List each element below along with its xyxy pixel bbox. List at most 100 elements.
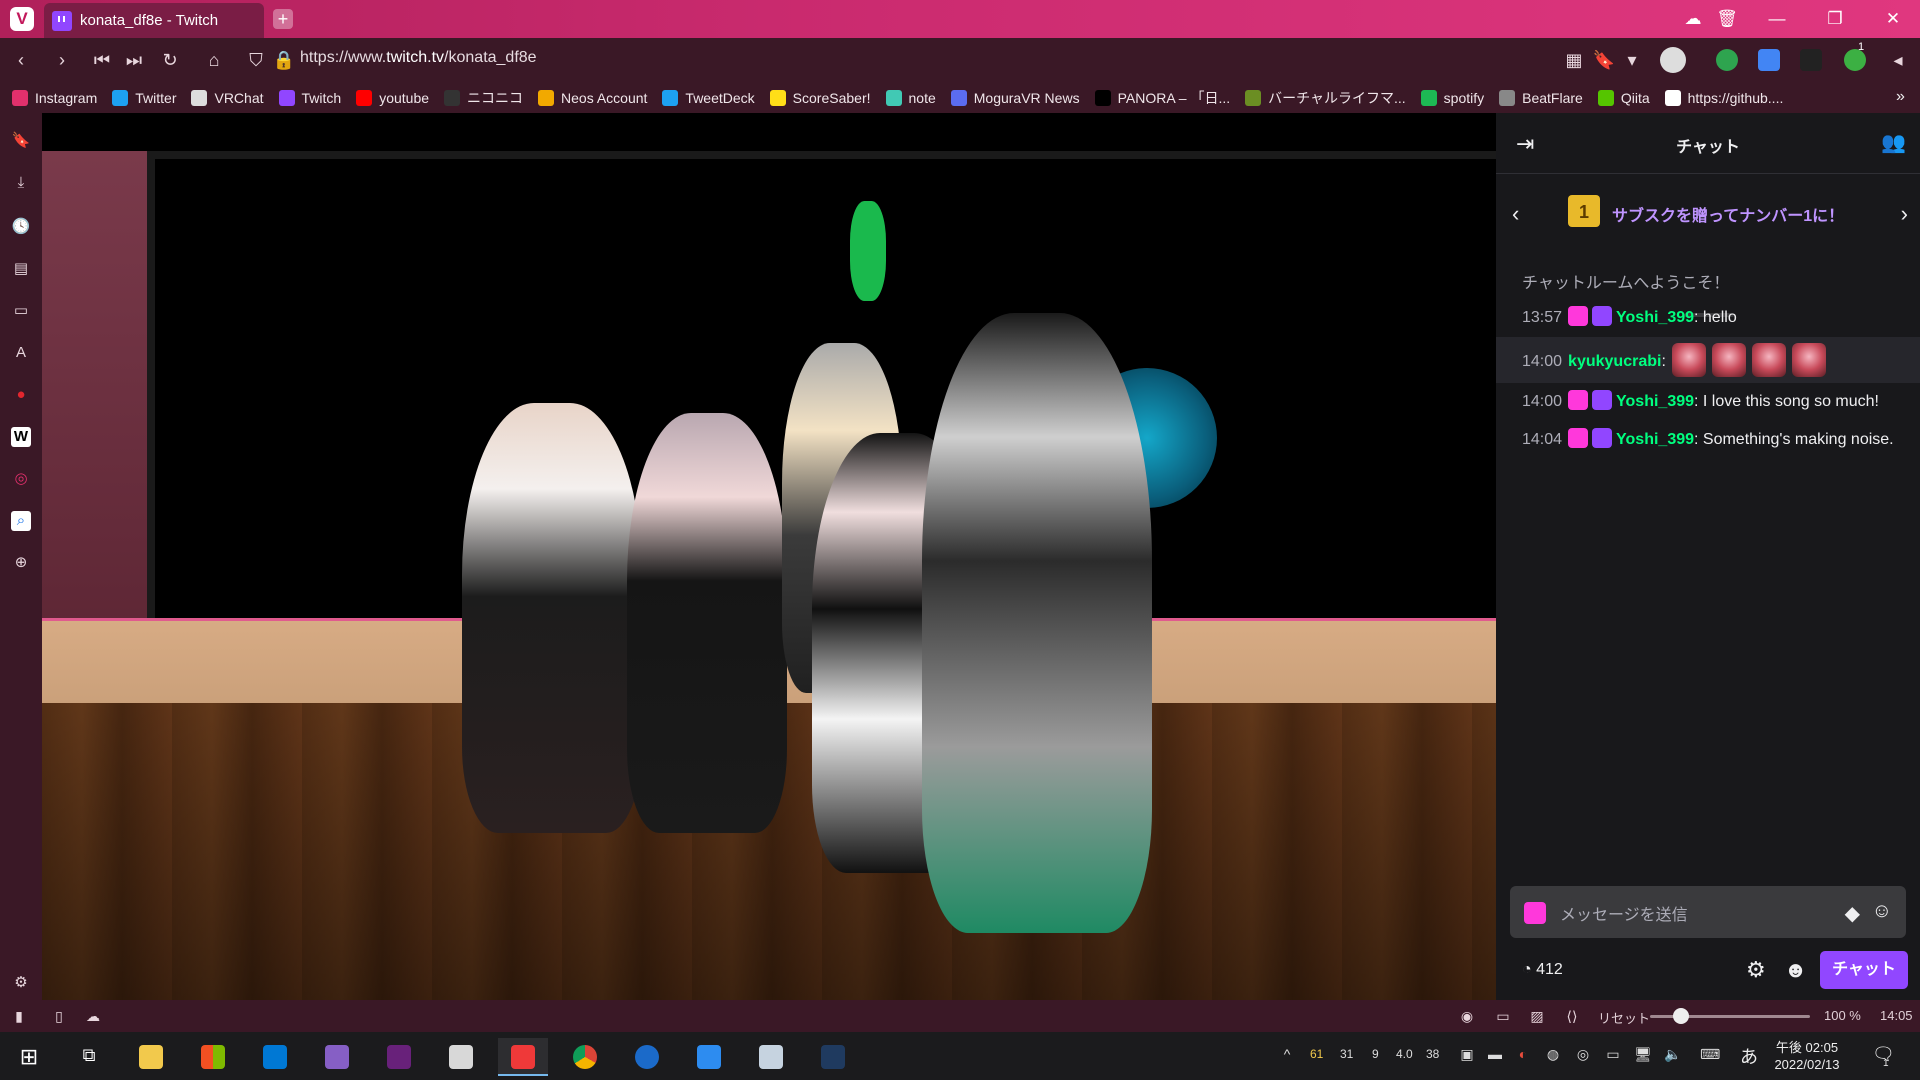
forward-icon[interactable]: ›: [50, 48, 74, 72]
bookmark-moguravr[interactable]: MoguraVR News: [950, 89, 1080, 106]
shield-icon[interactable]: ⛉: [244, 48, 268, 72]
community-icon[interactable]: 👥: [1881, 130, 1906, 155]
visual-studio-2-app[interactable]: [374, 1038, 424, 1076]
trash-icon[interactable]: 🗑: [1714, 6, 1740, 32]
bookmark-vrchat[interactable]: VRChat: [191, 89, 264, 106]
bookmark-note[interactable]: note: [885, 89, 936, 106]
tray-gpu-icon[interactable]: ◐: [1514, 1045, 1532, 1063]
translate-panel-icon[interactable]: A: [11, 343, 31, 363]
zoom-reset-button[interactable]: リセット: [1598, 1008, 1650, 1027]
volume-icon[interactable]: 🔈: [1664, 1045, 1682, 1063]
channel-points[interactable]: ◔ 412: [1522, 961, 1563, 979]
chat-settings-icon[interactable]: ⚙: [1746, 957, 1766, 983]
bits-icon[interactable]: ◆: [1845, 901, 1860, 926]
capture-icon[interactable]: ◉: [1458, 1008, 1476, 1024]
emote-picker-icon[interactable]: ☻: [1784, 957, 1807, 983]
tab-twitch[interactable]: konata_df8e - Twitch: [44, 3, 264, 38]
search-panel-icon[interactable]: ⌕: [11, 511, 31, 531]
wikipedia-panel-icon[interactable]: W: [11, 427, 31, 447]
message-username[interactable]: Yoshi_399: [1616, 393, 1694, 410]
emote-icon[interactable]: [1751, 343, 1786, 377]
add-app[interactable]: [684, 1038, 734, 1076]
bookmark-page-icon[interactable]: 🔖: [1592, 48, 1616, 72]
vivaldi-menu-icon[interactable]: V: [10, 7, 34, 31]
chat-message[interactable]: 14:00 Yoshi_399: I love this song so much…: [1496, 383, 1920, 421]
downloads-panel-icon[interactable]: ⤓: [11, 173, 31, 193]
visual-studio-app[interactable]: [312, 1038, 362, 1076]
tile-tabs-icon[interactable]: ▯: [50, 1008, 68, 1024]
emote-icon[interactable]: [1671, 343, 1706, 377]
subscriber-badge-icon[interactable]: [1568, 390, 1589, 410]
bookmark-github[interactable]: https://github....: [1664, 89, 1783, 106]
new-tab-button[interactable]: +: [273, 9, 293, 29]
send-chat-button[interactable]: チャット: [1820, 951, 1908, 989]
vr-extension-icon[interactable]: [1800, 49, 1822, 71]
bookmarks-panel-icon[interactable]: 🔖: [11, 131, 31, 151]
dropdown-icon[interactable]: ▾: [1620, 48, 1644, 72]
subscriber-badge-icon[interactable]: [1568, 428, 1589, 448]
qr-code-icon[interactable]: ▦: [1562, 48, 1586, 72]
chevron-right-icon[interactable]: ›: [1901, 201, 1908, 227]
message-username[interactable]: Yoshi_399: [1616, 309, 1694, 326]
bookmark-niconico[interactable]: ニコニコ: [444, 88, 523, 108]
panel-toggle-icon[interactable]: ▮: [10, 1008, 28, 1024]
minimize-button[interactable]: —: [1764, 6, 1790, 32]
message-username[interactable]: kyukyucrabi: [1568, 353, 1661, 370]
reload-icon[interactable]: ↻: [158, 48, 182, 72]
chat-input[interactable]: メッセージを送信 ◆ ☺: [1510, 886, 1906, 938]
window-app[interactable]: [746, 1038, 796, 1076]
bookmark-scoresaber[interactable]: ScoreSaber!: [769, 89, 871, 106]
bookmark-neos[interactable]: Neos Account: [538, 89, 647, 106]
task-view-button[interactable]: ⧉: [64, 1038, 114, 1076]
home-icon[interactable]: ⌂: [202, 48, 226, 72]
restore-button[interactable]: ❐: [1822, 6, 1848, 32]
taskbar-clock-time[interactable]: 午後 02:05: [1772, 1037, 1842, 1056]
bookmark-instagram[interactable]: Instagram: [12, 89, 97, 106]
dev-tool-app[interactable]: [808, 1038, 858, 1076]
vivaldi-app[interactable]: [498, 1038, 548, 1076]
message-username[interactable]: Yoshi_399: [1616, 431, 1694, 448]
chat-message[interactable]: 13:57 Yoshi_399: hello: [1496, 299, 1920, 337]
images-icon[interactable]: ▨: [1528, 1008, 1546, 1024]
vip-badge-icon[interactable]: [1592, 428, 1613, 448]
gift-sub-banner[interactable]: ‹ 1 サブスクを贈ってナンバー1に！ ›: [1496, 173, 1920, 317]
chevron-left-icon[interactable]: ‹: [1512, 201, 1519, 227]
bookmark-youtube[interactable]: youtube: [356, 89, 429, 106]
identity-badge-icon[interactable]: [1524, 902, 1546, 924]
bookmark-twitter[interactable]: Twitter: [112, 89, 176, 106]
keyboard-icon[interactable]: ⌨: [1700, 1045, 1720, 1063]
sync-extension-icon[interactable]: [1716, 49, 1738, 71]
steam-icon[interactable]: ◎: [1574, 1045, 1592, 1063]
discord-icon[interactable]: ◍: [1544, 1045, 1562, 1063]
page-tiling-icon[interactable]: ▭: [1494, 1008, 1512, 1024]
settings-gear-icon[interactable]: ⚙: [11, 973, 31, 993]
ime-indicator[interactable]: あ: [1740, 1043, 1758, 1069]
bookmark-spotify[interactable]: spotify: [1420, 89, 1484, 106]
emoji-icon[interactable]: ☺: [1872, 900, 1892, 923]
vip-badge-icon[interactable]: [1592, 306, 1613, 326]
bookmark-tweetdeck[interactable]: TweetDeck: [662, 89, 755, 106]
battery-icon[interactable]: ▭: [1604, 1045, 1622, 1063]
add-panel-icon[interactable]: ⊕: [11, 553, 31, 573]
tray-monitor-icon[interactable]: ▬: [1486, 1045, 1504, 1063]
mail-app[interactable]: [250, 1038, 300, 1076]
vip-badge-icon[interactable]: [1592, 390, 1613, 410]
emote-icon[interactable]: [1791, 343, 1826, 377]
fast-forward-icon[interactable]: ⏭: [122, 48, 146, 72]
chat-message[interactable]: 14:00 kyukyucrabi:: [1496, 337, 1920, 383]
back-icon[interactable]: ‹: [9, 48, 33, 72]
instagram-panel-icon[interactable]: ◎: [11, 469, 31, 489]
tray-app-icon[interactable]: ▣: [1458, 1045, 1476, 1063]
bookmarks-overflow-icon[interactable]: »: [1896, 88, 1905, 106]
bookmark-virtual-life[interactable]: バーチャルライフマ...: [1245, 88, 1406, 108]
cloud-sync-icon[interactable]: ☁: [1680, 6, 1706, 32]
chat-message[interactable]: 14:04 Yoshi_399: Something's making noise…: [1496, 421, 1920, 459]
history-panel-icon[interactable]: 🕓: [11, 217, 31, 237]
window-panel-icon[interactable]: ▭: [11, 301, 31, 321]
url-field[interactable]: https://www.twitch.tv/konata_df8e: [300, 49, 537, 67]
close-button[interactable]: ✕: [1880, 6, 1906, 32]
vivaldi-web-panel-icon[interactable]: ●: [11, 385, 31, 405]
page-actions-icon[interactable]: ⟨⟩: [1563, 1008, 1581, 1024]
bookmark-panora[interactable]: PANORA – 「日...: [1094, 88, 1230, 108]
notes-panel-icon[interactable]: ▤: [11, 259, 31, 279]
